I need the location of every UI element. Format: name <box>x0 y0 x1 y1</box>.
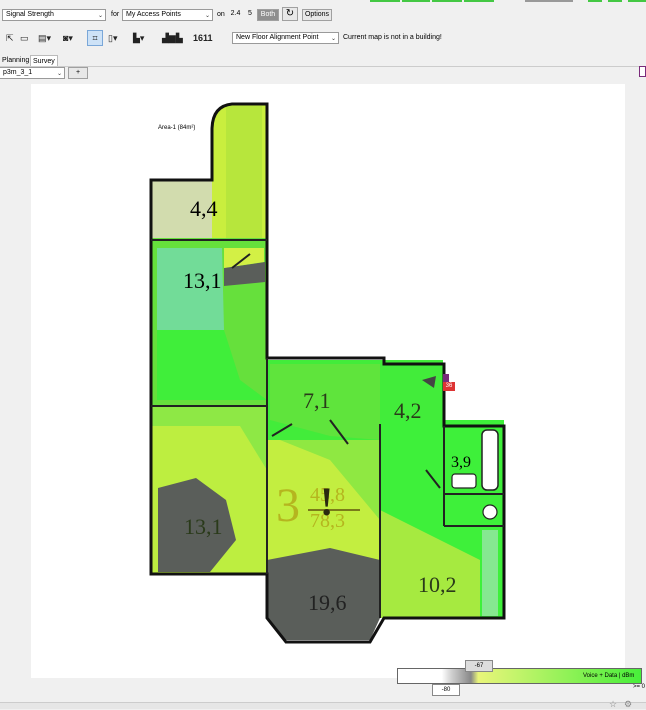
room-value-7: 19,6 <box>308 590 347 615</box>
star-icon[interactable]: ☆ <box>609 699 617 710</box>
toilet <box>482 504 498 520</box>
room-value-2: 13,1 <box>183 268 222 293</box>
room-value-6: 13,1 <box>184 514 223 539</box>
room-value-8: 10,2 <box>418 572 457 597</box>
room-value-5: 3,9 <box>451 454 471 471</box>
room-value-1: 4,4 <box>190 196 218 221</box>
room-value-3: 7,1 <box>303 388 331 413</box>
sink <box>451 473 477 489</box>
legend-pointer-value[interactable]: -67 <box>465 660 493 672</box>
heat-zone-right-strip <box>482 530 498 616</box>
legend-label: Voice + Data | dBm <box>583 673 635 679</box>
center-big-value: 3 <box>276 479 300 532</box>
access-point-marker[interactable] <box>443 374 449 382</box>
center-exclamation-icon: ! <box>320 479 334 524</box>
bathtub <box>481 429 499 491</box>
legend-high-value: >= 0 <box>633 684 646 690</box>
area-label: Area-1 (84m²) <box>158 125 196 131</box>
heat-zone-tower-strip <box>226 106 262 238</box>
ap-badge[interactable]: 36 <box>443 382 455 391</box>
room-value-4: 4,2 <box>394 398 422 423</box>
settings-icon[interactable]: ⚙ <box>624 699 632 710</box>
legend-low-value: -80 <box>432 684 460 696</box>
